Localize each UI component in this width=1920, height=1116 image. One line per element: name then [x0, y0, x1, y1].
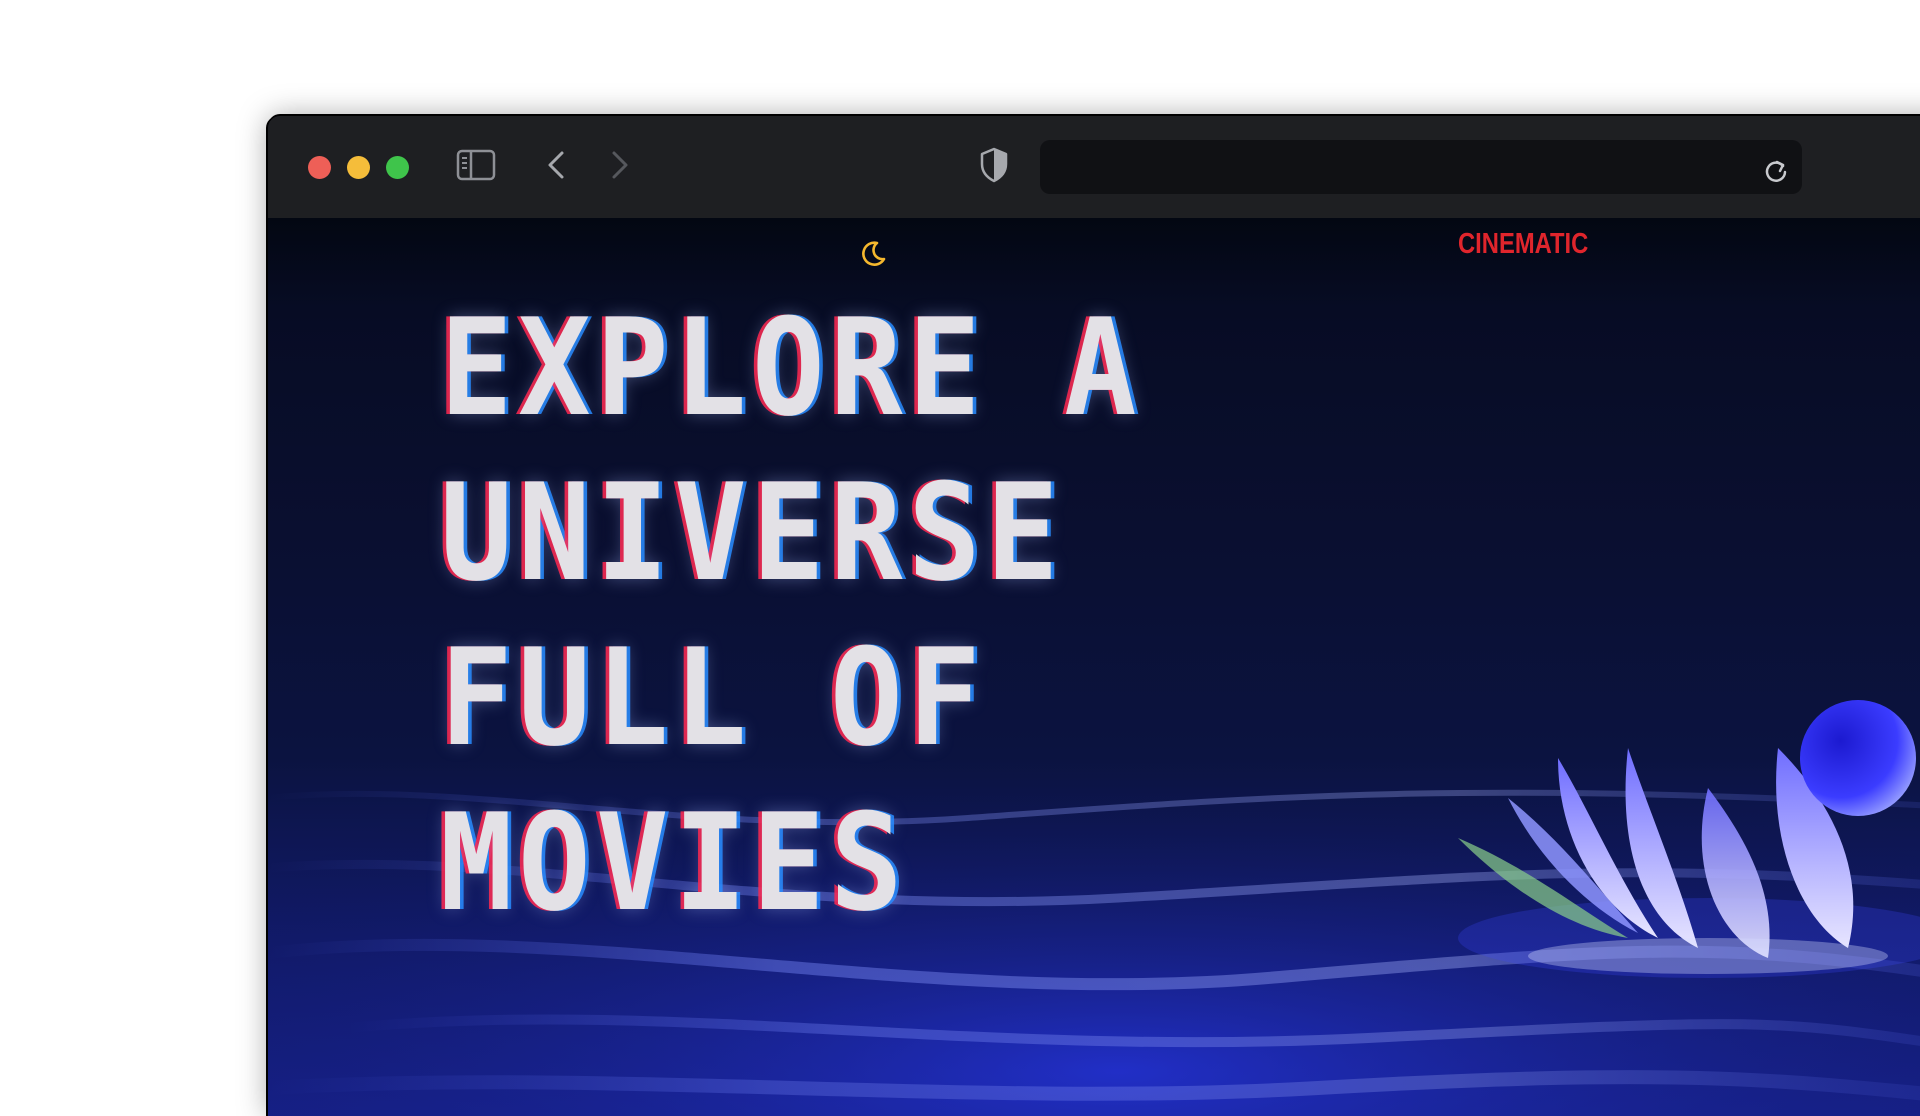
brand-logo[interactable]: CINEMATIC [1458, 228, 1588, 261]
address-bar[interactable] [1040, 140, 1802, 194]
minimize-window-button[interactable] [347, 156, 370, 179]
shield-icon[interactable] [978, 146, 1010, 188]
close-window-button[interactable] [308, 156, 331, 179]
hero-line: FULL OF [440, 620, 987, 776]
chevron-right-icon[interactable] [606, 148, 632, 186]
moon-icon[interactable] [858, 239, 888, 273]
browser-toolbar [268, 116, 1920, 218]
web-page: CINEMATIC EXPLORE A UNIVERSE FULL OF MOV… [268, 218, 1920, 1116]
sidebar-icon[interactable] [456, 148, 496, 186]
chevron-left-icon[interactable] [544, 148, 570, 186]
zoom-window-button[interactable] [386, 156, 409, 179]
hero-line: MOVIES [440, 785, 909, 941]
browser-window: CINEMATIC EXPLORE A UNIVERSE FULL OF MOV… [268, 116, 1920, 1116]
hero-line: UNIVERSE [440, 455, 1065, 611]
reload-icon[interactable] [1762, 153, 1790, 207]
lotus-illustration [1458, 700, 1920, 978]
hero-title: EXPLORE A UNIVERSE FULL OF MOVIES [440, 286, 1430, 946]
hero-line: EXPLORE A [440, 290, 1143, 446]
